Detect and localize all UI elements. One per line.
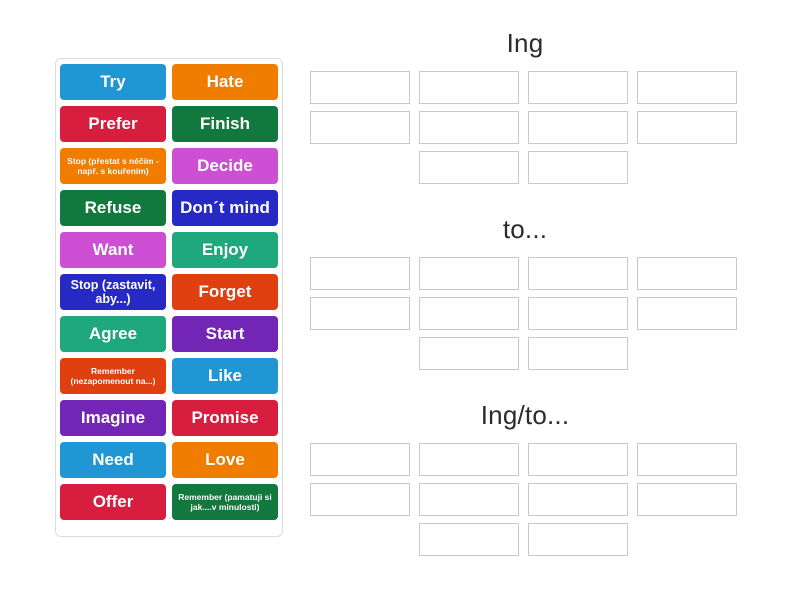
drop-slot[interactable]: [528, 111, 628, 144]
drop-slot[interactable]: [310, 257, 410, 290]
word-tile[interactable]: Promise: [172, 400, 278, 436]
word-tile[interactable]: Stop (zastavit, aby...): [60, 274, 166, 310]
word-tile[interactable]: Refuse: [60, 190, 166, 226]
drop-slot[interactable]: [419, 111, 519, 144]
drop-slot[interactable]: [528, 297, 628, 330]
drop-slot[interactable]: [419, 337, 519, 370]
drop-slot[interactable]: [419, 151, 519, 184]
drop-slot[interactable]: [637, 297, 737, 330]
word-tile[interactable]: Try: [60, 64, 166, 100]
drop-slot[interactable]: [310, 483, 410, 516]
drop-slot[interactable]: [637, 443, 737, 476]
word-tile[interactable]: Remember (pamatuji si jak....v minulosti…: [172, 484, 278, 520]
drop-slot[interactable]: [310, 111, 410, 144]
word-tiles-grid: Try Hate Prefer Finish Stop (přestat s něčím…: [60, 64, 278, 520]
category-title: Ing: [506, 28, 544, 58]
word-tile[interactable]: Want: [60, 232, 166, 268]
word-tile[interactable]: Need: [60, 442, 166, 478]
word-tile[interactable]: Finish: [172, 106, 278, 142]
word-tile[interactable]: Like: [172, 358, 278, 394]
word-tile[interactable]: Love: [172, 442, 278, 478]
drop-slot[interactable]: [637, 71, 737, 104]
drop-slot[interactable]: [419, 257, 519, 290]
word-tile[interactable]: Imagine: [60, 400, 166, 436]
drop-slot[interactable]: [528, 443, 628, 476]
drop-slot[interactable]: [419, 443, 519, 476]
word-tile[interactable]: Don´t mind: [172, 190, 278, 226]
word-tile[interactable]: Enjoy: [172, 232, 278, 268]
drop-grid-last-row: [419, 337, 740, 370]
drop-grid-last-row: [419, 523, 740, 556]
drop-slot[interactable]: [419, 523, 519, 556]
category-group-ing-to: Ing/to...: [310, 400, 740, 556]
word-tile[interactable]: Start: [172, 316, 278, 352]
category-title: Ing/to...: [480, 400, 570, 430]
word-tile[interactable]: Agree: [60, 316, 166, 352]
drop-slot[interactable]: [419, 483, 519, 516]
drop-slot[interactable]: [637, 483, 737, 516]
drop-slot[interactable]: [528, 483, 628, 516]
category-group-ing: Ing: [310, 28, 740, 184]
word-tile[interactable]: Remember (nezapomenout na...): [60, 358, 166, 394]
word-tiles-panel: Try Hate Prefer Finish Stop (přestat s něčím…: [55, 58, 283, 537]
drop-grid: [310, 71, 740, 144]
category-group-to: to...: [310, 214, 740, 370]
category-title: to...: [502, 214, 548, 244]
drop-slot[interactable]: [637, 257, 737, 290]
drop-slot[interactable]: [310, 71, 410, 104]
drop-grid: [310, 257, 740, 330]
word-tile[interactable]: Prefer: [60, 106, 166, 142]
drop-slot[interactable]: [528, 151, 628, 184]
drop-slot[interactable]: [528, 337, 628, 370]
word-tile[interactable]: Forget: [172, 274, 278, 310]
word-tile[interactable]: Decide: [172, 148, 278, 184]
drop-slot[interactable]: [528, 523, 628, 556]
drop-slot[interactable]: [637, 111, 737, 144]
drop-slot[interactable]: [310, 297, 410, 330]
word-tile[interactable]: Offer: [60, 484, 166, 520]
drop-slot[interactable]: [528, 257, 628, 290]
drop-grid-last-row: [419, 151, 740, 184]
drop-slot[interactable]: [419, 71, 519, 104]
drop-slot[interactable]: [419, 297, 519, 330]
drop-slot[interactable]: [310, 443, 410, 476]
drop-slot[interactable]: [528, 71, 628, 104]
word-tile[interactable]: Stop (přestat s něčím - např. s kouřením…: [60, 148, 166, 184]
word-tile[interactable]: Hate: [172, 64, 278, 100]
drop-grid: [310, 443, 740, 516]
